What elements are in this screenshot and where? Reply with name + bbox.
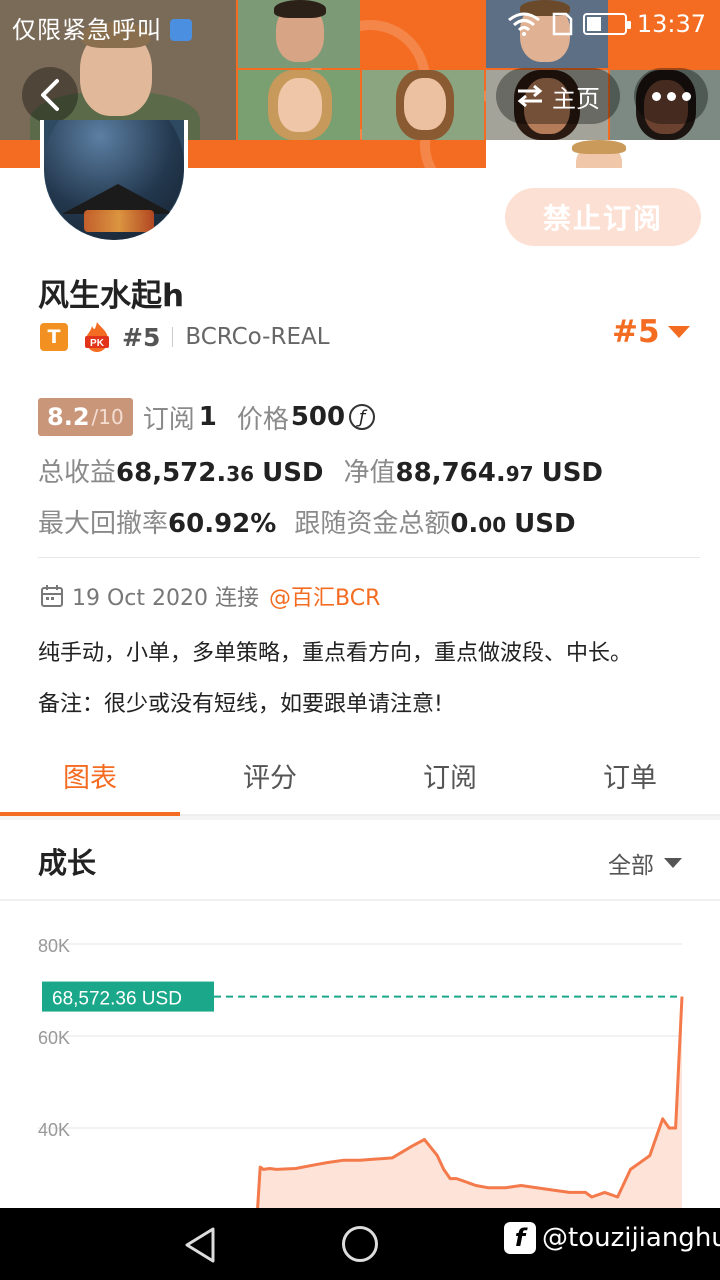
score-denominator: /10: [91, 405, 124, 429]
range-dropdown[interactable]: 全部: [608, 846, 682, 880]
current-value-label: 68,572.36 USD: [52, 989, 182, 1010]
watermark: f @touzijianghu: [504, 1222, 720, 1254]
y-tick-label: 40K: [38, 1120, 70, 1140]
score-badge: 8.2/10: [38, 398, 133, 436]
rank-big-label: #5: [612, 314, 660, 350]
more-dot: [681, 91, 691, 101]
tab-rating[interactable]: 评分: [180, 736, 360, 814]
tab-subscribe[interactable]: 订阅: [360, 736, 540, 814]
wifi-icon: [507, 12, 540, 36]
swap-icon: [517, 84, 543, 108]
equity-decimals: 97: [505, 462, 534, 486]
avatar-lights: [84, 210, 154, 232]
since-date: 19 Oct 2020 连接: [72, 586, 260, 611]
price-value: 500: [290, 402, 346, 432]
badge-row: T PK #5 BCRCo-REAL: [40, 320, 330, 354]
price-label: 价格: [236, 404, 289, 435]
status-bar: 仅限紧急呼叫 13:37: [0, 0, 720, 48]
subscribe-count: 1: [198, 402, 217, 432]
y-tick-label: 80K: [38, 936, 70, 956]
subscribe-label: 订阅: [142, 404, 195, 435]
broker-mention-link[interactable]: @百汇BCR: [269, 580, 380, 612]
score-value: 8.2: [47, 403, 90, 431]
strategy-note: 备注：很少或没有短线，如要跟单请注意!: [38, 692, 443, 717]
tab-chart[interactable]: 图表: [0, 736, 180, 816]
tab-orders[interactable]: 订单: [540, 736, 720, 814]
follow-funds-decimals: 00: [478, 513, 507, 537]
rank-small: #5: [122, 322, 161, 352]
caret-down-icon: [664, 858, 682, 868]
unsubscribe-button[interactable]: 禁止订阅: [505, 188, 701, 246]
follow-funds-value: 0.: [450, 509, 479, 539]
status-right: 13:37: [507, 10, 706, 38]
banner-photo: [486, 140, 720, 168]
equity-unit: USD: [541, 458, 603, 488]
follow-funds-label: 跟随资金总额: [294, 509, 451, 539]
tier-badge: T: [40, 323, 68, 351]
divider: [0, 899, 720, 901]
total-profit-decimals: 36: [226, 462, 255, 486]
score-row: 8.2/10 订阅 1 价格 500 ƒ: [38, 398, 376, 436]
home-label: 主页: [552, 84, 600, 113]
total-profit-unit: USD: [262, 458, 324, 488]
equity-label: 净值: [343, 458, 396, 488]
status-carrier: 仅限紧急呼叫: [12, 10, 192, 45]
max-drawdown-value: 60.92%: [168, 509, 277, 539]
system-nav-bar: f @touzijianghu: [0, 1208, 720, 1280]
since-row: 19 Oct 2020 连接 @百汇BCR: [40, 580, 380, 612]
back-button[interactable]: [22, 67, 78, 123]
max-drawdown-label: 最大回撤率: [38, 509, 169, 539]
caret-down-icon: [667, 326, 690, 338]
banner-photo: [238, 70, 360, 140]
divider: [38, 557, 700, 558]
banner-photo: [362, 70, 484, 140]
watermark-logo: f: [504, 1222, 536, 1254]
battery-icon: [582, 13, 631, 35]
carrier-text: 仅限紧急呼叫: [12, 16, 162, 44]
triangle-back-icon[interactable]: [182, 1226, 218, 1264]
separator: [172, 327, 174, 347]
total-profit-label: 总收益: [38, 458, 117, 488]
calendar-icon: [41, 585, 63, 607]
series-area: [257, 996, 682, 1208]
profit-row: 总收益 68,572. 36 USD 净值 88,764. 97 USD: [38, 452, 603, 489]
pk-label: PK: [90, 338, 105, 349]
equity-value: 88,764.: [395, 458, 506, 488]
home-button[interactable]: 主页: [496, 68, 620, 124]
chevron-left-icon: [41, 79, 59, 111]
sim-icon: [552, 12, 573, 36]
follow-funds-unit: USD: [514, 509, 576, 539]
circle-home-icon[interactable]: [342, 1226, 378, 1262]
status-time: 13:37: [636, 10, 706, 38]
avatar[interactable]: [40, 120, 188, 244]
volte-icon: [170, 19, 192, 41]
server-name: BCRCo-REAL: [185, 324, 330, 350]
growth-title: 成长: [38, 846, 97, 880]
currency-icon: ƒ: [349, 404, 376, 430]
y-tick-label: 60K: [38, 1028, 70, 1048]
more-dots-icon: [651, 91, 661, 101]
watermark-text: @touzijianghu: [542, 1223, 720, 1253]
growth-chart[interactable]: 80K 60K 40K 68,572.36 USD: [0, 902, 720, 1208]
total-profit-value: 68,572.: [116, 458, 227, 488]
rank-dropdown[interactable]: #5: [612, 314, 690, 350]
username: 风生水起h: [38, 278, 185, 314]
pk-flame-icon: PK: [85, 322, 109, 352]
more-dot: [666, 91, 676, 101]
section-gap: [0, 816, 720, 820]
range-label: 全部: [608, 853, 654, 879]
strategy-description: 纯手动，小单，多单策略，重点看方向，重点做波段、中长。: [38, 641, 633, 666]
drawdown-row: 最大回撤率 60.92% 跟随资金总额 0. 00 USD: [38, 503, 576, 540]
tab-bar: 图表 评分 订阅 订单: [0, 736, 720, 816]
more-button[interactable]: [634, 68, 708, 124]
